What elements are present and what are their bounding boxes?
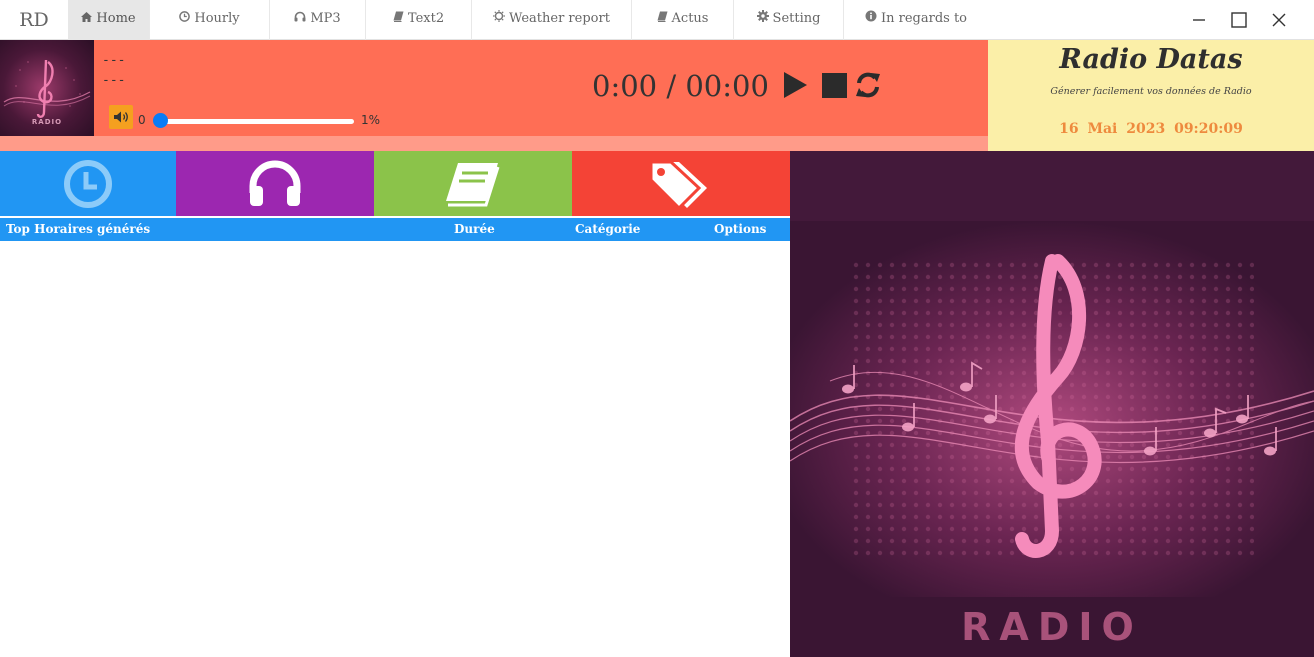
panel-clock: 09:20:09	[1174, 121, 1243, 137]
play-button[interactable]	[780, 70, 810, 100]
nav-label-in-regards-to: In regards to	[880, 11, 967, 26]
volume-icon	[114, 111, 128, 123]
tags-icon	[649, 160, 707, 210]
minimize-button[interactable]	[1179, 0, 1219, 40]
nav-label-hourly: Hourly	[194, 11, 240, 26]
column-duree[interactable]: Durée	[454, 222, 495, 236]
volume-slider-track[interactable]	[156, 119, 354, 124]
nav-item-hourly[interactable]: Hourly	[150, 0, 270, 40]
clock-icon	[64, 159, 112, 208]
category-tiles	[0, 151, 790, 216]
tile-mp3[interactable]	[176, 151, 374, 216]
nav-label-mp3: MP3	[310, 11, 341, 26]
tile-texts[interactable]	[374, 151, 572, 216]
volume-percent-label: 1%	[361, 113, 381, 127]
book-icon	[657, 0, 668, 38]
player-bar: RADIO --- --- 0 1% 0:00 / 00:00	[0, 40, 988, 151]
maximize-icon	[1231, 12, 1247, 28]
play-icon	[784, 72, 807, 98]
nav-item-weather-report[interactable]: Weather report	[472, 0, 632, 40]
volume-min-label: 0	[138, 113, 146, 127]
nav-item-home[interactable]: Home	[68, 0, 150, 40]
playback-time: 0:00 / 00:00	[592, 69, 769, 103]
gear-icon	[756, 0, 769, 38]
nav-item-text2[interactable]: Text2	[366, 0, 472, 40]
stop-icon	[822, 73, 847, 98]
table-header: Top Horaires générés Durée Catégorie Opt…	[0, 218, 790, 241]
radio-artwork: RADIO	[790, 151, 1314, 657]
maximize-button[interactable]	[1219, 0, 1259, 40]
nav-item-mp3[interactable]: MP3	[270, 0, 366, 40]
sun-icon	[493, 0, 506, 38]
clock-icon	[179, 0, 191, 38]
nav-label-home: Home	[96, 11, 136, 26]
minimize-icon	[1193, 19, 1205, 21]
radio-logo-text: RADIO	[961, 605, 1143, 649]
panel-title: Radio Datas	[1059, 44, 1243, 75]
top-navbar: RD Home Hourly MP3 Text2 Weather report …	[0, 0, 1314, 40]
player-progress-strip	[0, 136, 988, 151]
refresh-icon	[856, 72, 880, 98]
refresh-button[interactable]	[853, 70, 883, 100]
stop-button[interactable]	[819, 70, 849, 100]
tile-hourly[interactable]	[0, 151, 176, 216]
track-title: ---	[102, 53, 126, 68]
volume-button[interactable]	[109, 105, 133, 129]
nav-item-in-regards-to[interactable]: In regards to	[844, 0, 988, 40]
panel-date: 16 Mai 2023	[1059, 121, 1166, 137]
nav-label-text2: Text2	[407, 11, 445, 26]
nav-label-setting: Setting	[772, 11, 821, 26]
album-thumbnail: RADIO	[0, 40, 94, 136]
headphones-icon	[249, 160, 301, 206]
column-categorie[interactable]: Catégorie	[575, 222, 640, 236]
info-icon	[865, 0, 877, 38]
track-artist: ---	[102, 73, 126, 88]
headphones-icon	[294, 0, 306, 38]
radio-datas-panel: Radio Datas Génerer facilement vos donné…	[988, 40, 1314, 151]
column-options[interactable]: Options	[714, 222, 766, 236]
volume-slider-handle[interactable]	[152, 113, 168, 128]
table-body	[0, 241, 790, 657]
panel-subtitle: Génerer facilement vos données de Radio	[1050, 86, 1252, 97]
book-icon	[446, 162, 500, 206]
book-icon	[393, 0, 404, 38]
nav-item-actus[interactable]: Actus	[632, 0, 734, 40]
thumbnail-radio-logo: RADIO	[31, 118, 63, 126]
column-top-horaires[interactable]: Top Horaires générés	[6, 222, 150, 236]
home-icon	[81, 0, 93, 38]
panel-datetime: 16 Mai 2023 09:20:09	[988, 121, 1314, 137]
app-brand: RD	[19, 9, 49, 31]
nav-item-setting[interactable]: Setting	[734, 0, 844, 40]
close-icon	[1272, 13, 1286, 27]
nav-label-actus: Actus	[671, 11, 709, 26]
tile-actus[interactable]	[572, 151, 790, 216]
nav-label-weather-report: Weather report	[509, 11, 610, 26]
close-button[interactable]	[1259, 0, 1299, 40]
